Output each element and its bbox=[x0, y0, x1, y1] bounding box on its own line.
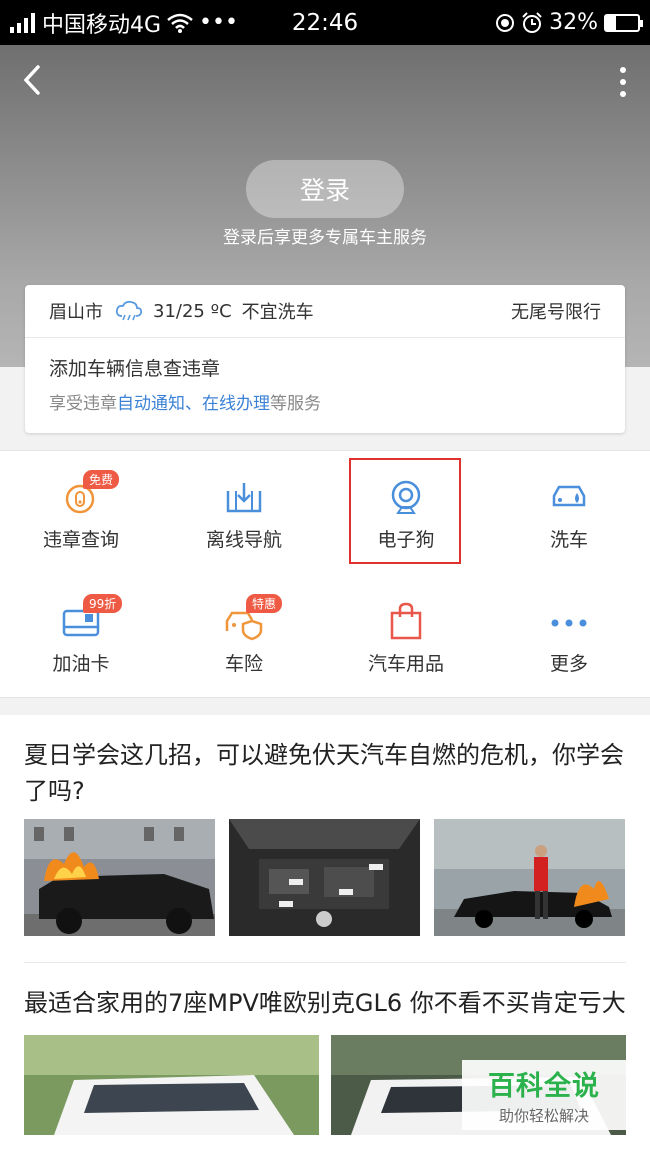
service-grid: 免费 违章查询 离线导航 电子狗 洗车 99折 加油卡 特惠 车险 汽车用品 更… bbox=[0, 450, 650, 698]
grid-item-label: 加油卡 bbox=[52, 653, 110, 675]
article-title: 最适合家用的7座MPV唯欧别克GL6 你不看不买肯定亏大 bbox=[24, 989, 626, 1017]
add-car-sub-link[interactable]: 自动通知、在线办理 bbox=[117, 394, 270, 414]
carrier-label: 中国移动4G bbox=[42, 12, 162, 38]
grid-item-car-goods[interactable]: 汽车用品 bbox=[325, 575, 487, 685]
article-thumbnail[interactable] bbox=[24, 1035, 319, 1135]
page: 中国移动4G ••• 22:46 32% 登录 登录后享更多专属车主服务 眉山市… bbox=[0, 0, 650, 1155]
add-car-sub-prefix: 享受违章 bbox=[49, 394, 117, 414]
add-car-subtitle: 享受违章自动通知、在线办理等服务 bbox=[49, 389, 601, 414]
battery-fill bbox=[606, 15, 617, 30]
article-thumbnail[interactable] bbox=[24, 819, 215, 936]
battery-percent: 32% bbox=[549, 10, 598, 35]
login-subtitle: 登录后享更多专属车主服务 bbox=[223, 228, 427, 248]
login-button[interactable]: 登录 bbox=[246, 160, 404, 218]
wifi-icon bbox=[167, 13, 193, 33]
cloud-rain-icon bbox=[115, 300, 143, 321]
grid-item-more[interactable]: 更多 bbox=[488, 575, 650, 685]
more-icon bbox=[551, 619, 587, 627]
overflow-menu-icon[interactable] bbox=[618, 67, 628, 97]
battery-icon bbox=[604, 13, 643, 32]
watermark-title: 百科全说 bbox=[488, 1071, 600, 1102]
grid-item-label: 更多 bbox=[549, 653, 588, 675]
shopping-bag-icon bbox=[390, 602, 422, 640]
badge: 免费 bbox=[83, 470, 120, 489]
article-card[interactable]: 夏日学会这几招，可以避免伏天汽车自燃的危机，你学会了吗? bbox=[0, 715, 650, 936]
temperature: 31/25 ºC bbox=[153, 300, 232, 322]
more-dots-icon: ••• bbox=[199, 10, 238, 35]
grid-item-insurance[interactable]: 特惠 车险 bbox=[163, 575, 325, 685]
weather-row[interactable]: 眉山市 31/25 ºC 不宜洗车 无尾号限行 bbox=[25, 285, 625, 338]
add-car-title: 添加车辆信息查违章 bbox=[49, 358, 221, 380]
watermark-slogan: 助你轻松解决 bbox=[498, 1107, 589, 1125]
grid-item-car-wash[interactable]: 洗车 bbox=[488, 451, 650, 561]
grid-item-label: 洗车 bbox=[549, 529, 588, 551]
grid-item-offline-nav[interactable]: 离线导航 bbox=[163, 451, 325, 561]
grid-item-label: 离线导航 bbox=[205, 529, 282, 551]
location-icon bbox=[496, 13, 515, 32]
grid-item-label: 车险 bbox=[224, 653, 263, 675]
city-label: 眉山市 bbox=[49, 302, 103, 323]
status-bar: 中国移动4G ••• 22:46 32% bbox=[0, 0, 650, 45]
vehicle-card: 眉山市 31/25 ºC 不宜洗车 无尾号限行 添加车辆信息查违章 享受违章自动… bbox=[25, 285, 625, 433]
add-car-sub-suffix: 等服务 bbox=[270, 394, 321, 414]
traffic-restriction: 无尾号限行 bbox=[511, 302, 601, 323]
alarm-icon bbox=[522, 11, 542, 33]
article-thumbnail[interactable] bbox=[434, 819, 625, 936]
grid-item-label: 汽车用品 bbox=[367, 653, 444, 675]
grid-item-label: 违章查询 bbox=[42, 529, 119, 551]
car-wash-icon bbox=[552, 485, 586, 507]
badge: 99折 bbox=[83, 594, 123, 613]
add-car-row[interactable]: 添加车辆信息查违章 享受违章自动通知、在线办理等服务 bbox=[25, 338, 625, 414]
offline-nav-icon bbox=[226, 483, 262, 513]
badge: 特惠 bbox=[246, 594, 283, 613]
highlight-box bbox=[349, 458, 461, 564]
back-arrow-icon[interactable] bbox=[18, 63, 48, 97]
grid-item-fuel-card[interactable]: 99折 加油卡 bbox=[0, 575, 162, 685]
signal-icon bbox=[10, 12, 35, 33]
article-thumbnail[interactable] bbox=[229, 819, 420, 936]
watermark: 百科全说 助你轻松解决 bbox=[462, 1060, 626, 1130]
wash-advice: 不宜洗车 bbox=[241, 302, 314, 323]
grid-item-violation[interactable]: 免费 违章查询 bbox=[0, 451, 162, 561]
article-title: 夏日学会这几招，可以避免伏天汽车自燃的危机，你学会了吗? bbox=[24, 741, 624, 805]
